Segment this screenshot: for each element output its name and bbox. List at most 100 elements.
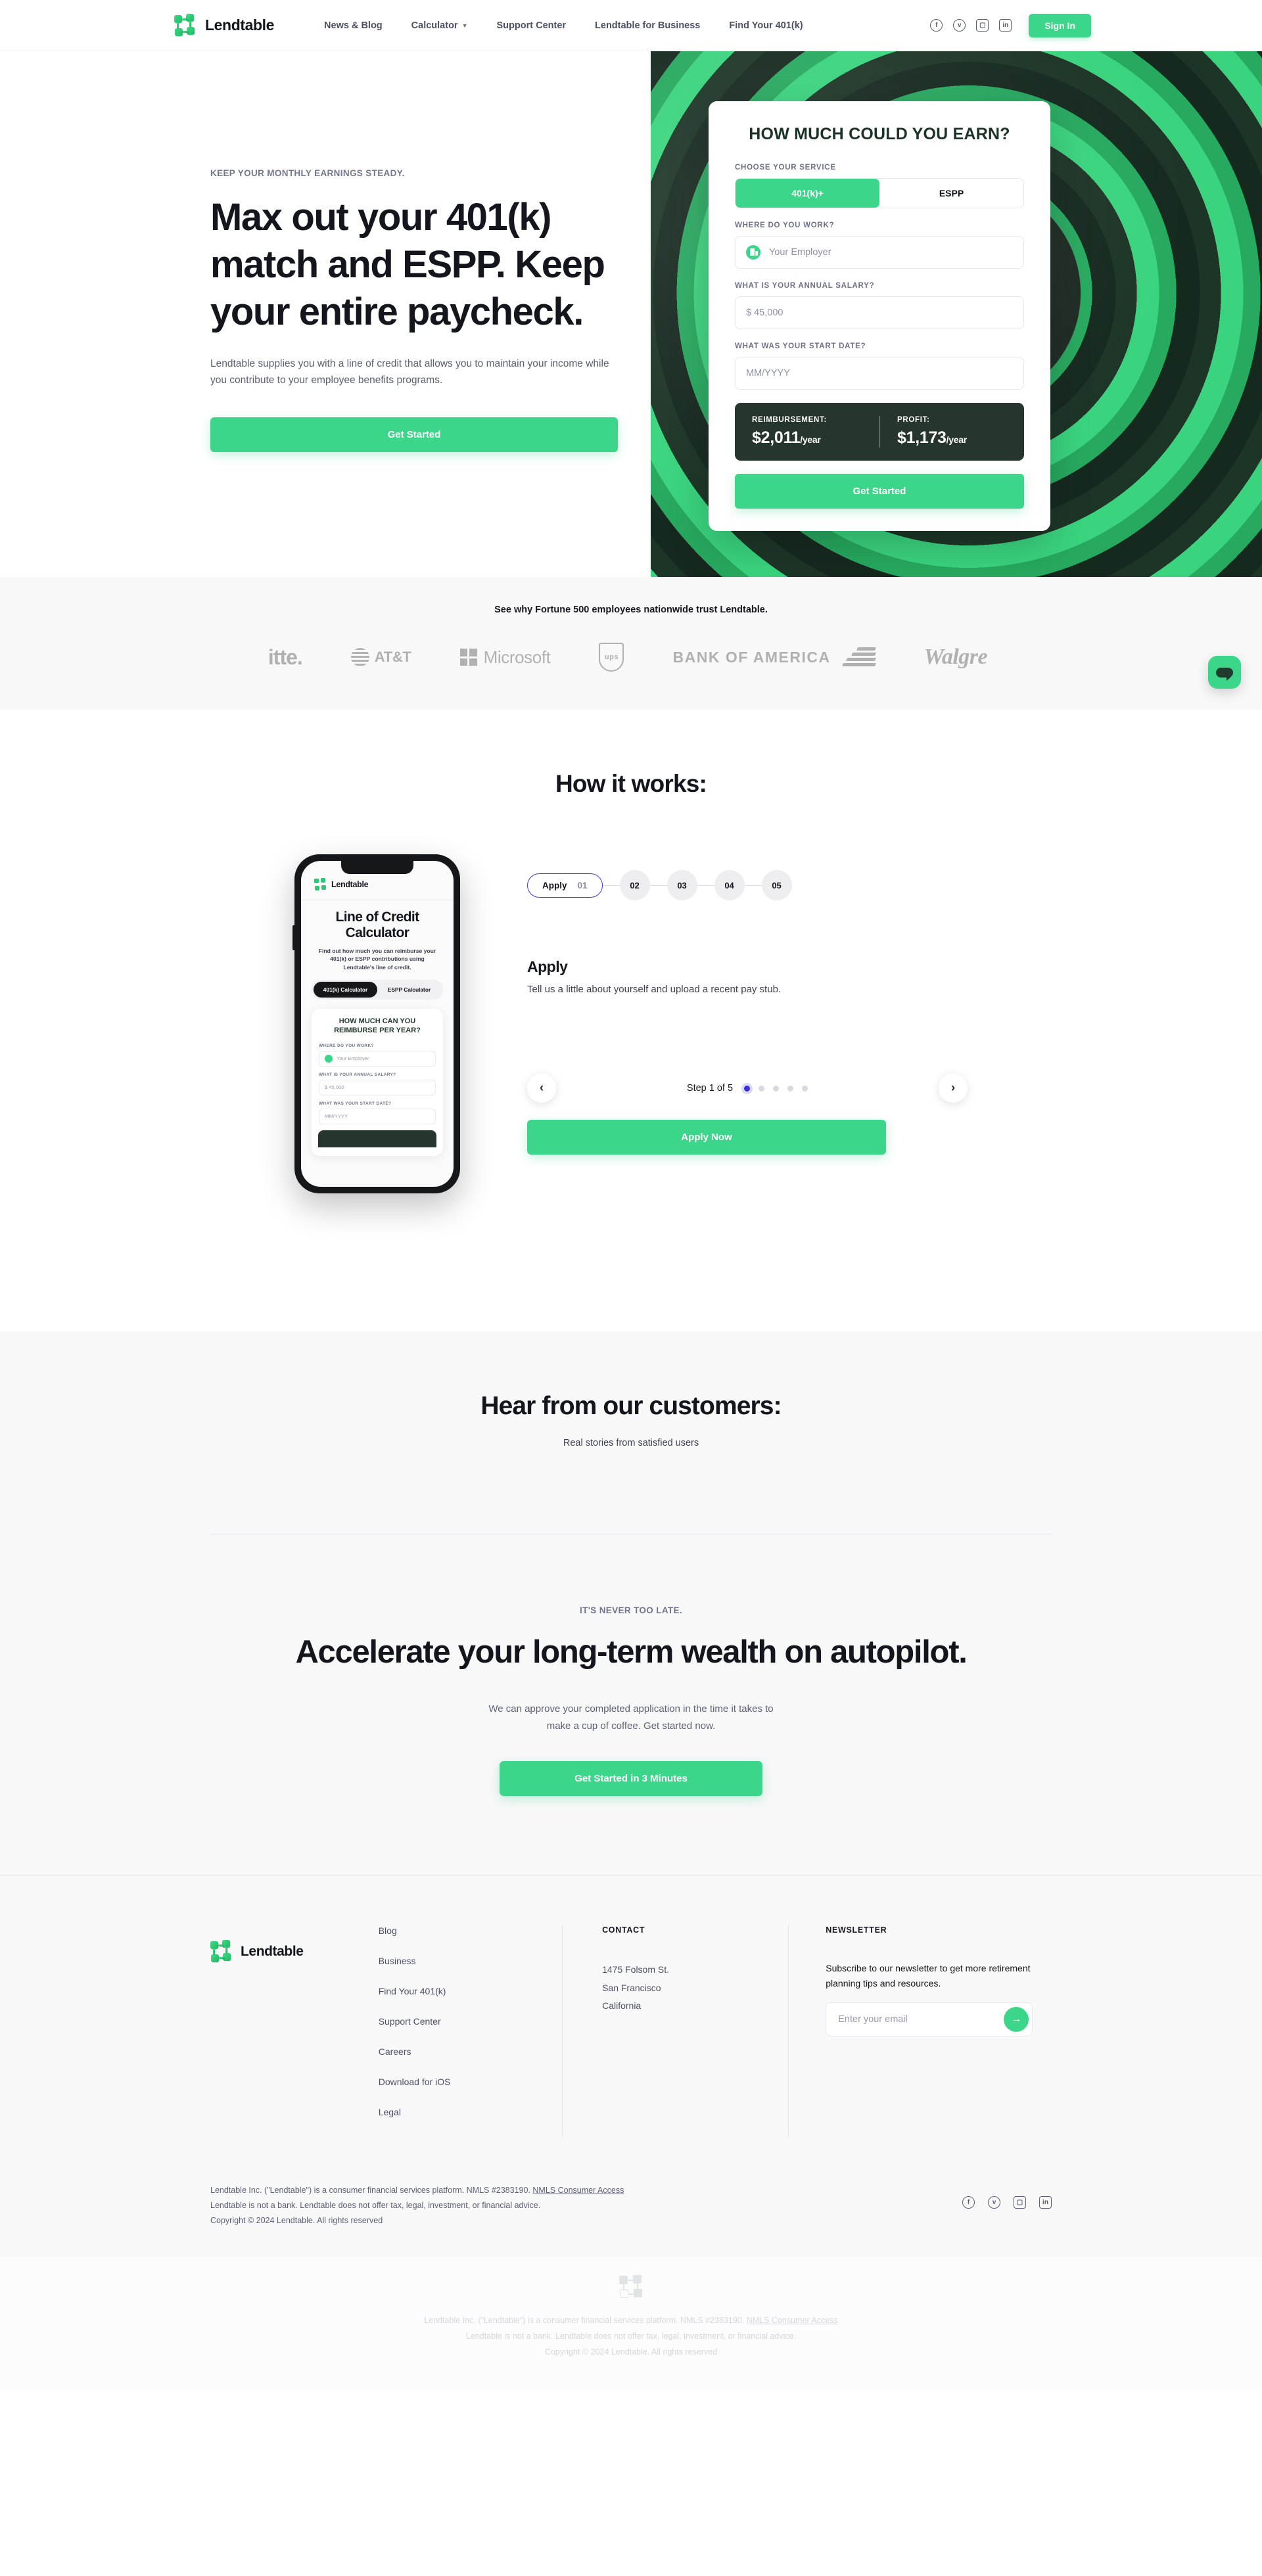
footer-link-download-for-ios[interactable]: Download for iOS	[379, 2077, 562, 2087]
ghost-legal-line-3: Copyright © 2024 Lendtable. All rights r…	[544, 2347, 718, 2357]
nav-item-support-center[interactable]: Support Center	[497, 20, 567, 31]
profit-value: $1,173	[897, 428, 947, 447]
brand-logo[interactable]: Lendtable	[174, 13, 275, 37]
chat-widget-button[interactable]	[1208, 656, 1241, 689]
twitter-icon[interactable]: ᴠ	[953, 19, 966, 32]
get-started-3-minutes-button[interactable]: Get Started in 3 Minutes	[500, 1761, 762, 1797]
phone-employer-label: WHERE DO YOU WORK?	[319, 1043, 374, 1048]
newsletter-email-field[interactable]: Enter your email →	[826, 2002, 1033, 2037]
carousel-indicator: Step 1 of 5	[687, 1083, 808, 1093]
footer-newsletter-heading: NEWSLETTER	[826, 1925, 887, 1935]
phone-salary-input[interactable]: $ 45,000	[319, 1079, 436, 1095]
phone-tab-401k[interactable]: 401(k) Calculator	[314, 982, 377, 998]
hero-get-started-button[interactable]: Get Started	[210, 417, 618, 452]
footer-link-find-your-401k[interactable]: Find Your 401(k)	[379, 1986, 562, 1996]
service-option-401k[interactable]: 401(k)+	[736, 178, 879, 208]
service-toggle: 401(k)+ ESPP	[735, 177, 1024, 208]
phone-calculator-tabs: 401(k) Calculator ESPP Calculator	[312, 980, 443, 1000]
step-chip-04[interactable]: 04	[714, 870, 745, 900]
nav-item-find-your-401k[interactable]: Find Your 401(k)	[729, 20, 803, 31]
phone-start-date-input[interactable]: MM/YYYY	[319, 1108, 436, 1124]
carousel-next-button[interactable]: ›	[938, 1074, 968, 1103]
carousel-dot-4[interactable]	[787, 1085, 794, 1092]
legal-line-1: Lendtable Inc. ("Lendtable") is a consum…	[210, 2186, 533, 2196]
phone-notch	[341, 861, 413, 874]
service-label: CHOOSE YOUR SERVICE	[735, 163, 836, 172]
reimbursement-result: REIMBURSEMENT: $2,011/year	[735, 416, 879, 448]
nav-item-calculator[interactable]: Calculator ▼	[411, 20, 468, 31]
employer-input[interactable]: Your Employer	[735, 235, 1024, 269]
instagram-icon[interactable]: ▢	[976, 19, 989, 32]
linkedin-icon[interactable]: in	[1039, 2196, 1052, 2209]
address-line-2: San Francisco	[602, 1982, 661, 1993]
footer-newsletter-column: NEWSLETTER Subscribe to our newsletter t…	[788, 1925, 1052, 2138]
carousel-dot-3[interactable]	[773, 1085, 780, 1092]
deloitte-logo: itte.	[268, 645, 303, 669]
phone-title: Line of Credit Calculator	[335, 909, 420, 940]
step-chip-label: Apply	[542, 880, 567, 890]
carousel-dot-2[interactable]	[759, 1085, 765, 1092]
salary-label: WHAT IS YOUR ANNUAL SALARY?	[735, 281, 875, 290]
nav-social-icons: f ᴠ ▢ in	[930, 19, 1012, 32]
carousel-dot-5[interactable]	[802, 1085, 808, 1092]
ghost-legal-line-2: Lendtable is not a bank. Lendtable does …	[465, 2332, 797, 2341]
step-chip-03[interactable]: 03	[666, 870, 697, 900]
address-line-3: California	[602, 2000, 642, 2011]
chevron-down-icon: ▼	[461, 22, 468, 29]
carousel-dot-1[interactable]	[744, 1085, 751, 1092]
step-chip-01[interactable]: Apply 01	[527, 873, 603, 898]
ghost-footer: Lendtable Inc. ("Lendtable") is a consum…	[0, 2257, 1262, 2389]
facebook-icon[interactable]: f	[962, 2196, 975, 2209]
bank-of-america-logo: BANK OF AMERICA	[672, 646, 876, 668]
calculator-results: REIMBURSEMENT: $2,011/year PROFIT: $1,17…	[735, 402, 1024, 461]
apply-now-button[interactable]: Apply Now	[527, 1120, 886, 1155]
phone-brand: Lendtable	[312, 878, 443, 891]
step-chip-05[interactable]: 05	[761, 870, 792, 900]
salary-input[interactable]: $ 45,000	[735, 296, 1024, 329]
phone-employer-placeholder: Your Employer	[337, 1055, 369, 1062]
trust-band-title: See why Fortune 500 employees nationwide…	[494, 605, 768, 615]
cta-eyebrow: IT'S NEVER TOO LATE.	[580, 1605, 682, 1615]
footer-address: 1475 Folsom St. San Francisco California	[602, 1961, 788, 2015]
footer-brand[interactable]: Lendtable	[210, 1940, 379, 1964]
reimbursement-value-wrap: $2,011/year	[752, 428, 879, 448]
facebook-icon[interactable]: f	[930, 19, 943, 32]
profit-value-wrap: $1,173/year	[897, 428, 1024, 448]
service-option-espp[interactable]: ESPP	[879, 179, 1023, 208]
twitter-icon[interactable]: ᴠ	[988, 2196, 1000, 2209]
footer-link-legal[interactable]: Legal	[379, 2107, 562, 2117]
carousel-prev-button[interactable]: ‹	[527, 1074, 556, 1103]
footer-link-blog[interactable]: Blog	[379, 1925, 562, 1936]
legal-line-2: Lendtable is not a bank. Lendtable does …	[210, 2200, 541, 2210]
boa-logo-label: BANK OF AMERICA	[672, 648, 831, 666]
phone-subtitle: Find out how much you can reimburse your…	[318, 947, 436, 971]
footer-link-business[interactable]: Business	[379, 1956, 562, 1966]
sign-in-button[interactable]: Sign In	[1029, 13, 1091, 37]
top-navigation: Lendtable News & Blog Calculator ▼ Suppo…	[0, 0, 1262, 51]
testimonials-section: Hear from our customers: Real stories fr…	[0, 1331, 1262, 1534]
step-chip-02[interactable]: 02	[619, 870, 650, 900]
nmls-consumer-access-link[interactable]: NMLS Consumer Access	[532, 2186, 624, 2195]
nav-item-label: Find Your 401(k)	[729, 20, 803, 31]
start-date-input[interactable]: MM/YYYY	[735, 356, 1024, 390]
microsoft-logo-label: Microsoft	[483, 647, 551, 667]
legal-line-3: Copyright © 2024 Lendtable. All rights r…	[210, 2215, 383, 2225]
footer-link-support-center[interactable]: Support Center	[379, 2016, 562, 2027]
ghost-nmls-consumer-access-link[interactable]: NMLS Consumer Access	[747, 2316, 838, 2325]
instagram-icon[interactable]: ▢	[1014, 2196, 1026, 2209]
footer-link-careers[interactable]: Careers	[379, 2046, 562, 2057]
employer-label: WHERE DO YOU WORK?	[735, 221, 835, 229]
employer-placeholder: Your Employer	[769, 246, 831, 258]
phone-salary-label: WHAT IS YOUR ANNUAL SALARY?	[319, 1072, 396, 1077]
footer-legal: Lendtable Inc. ("Lendtable") is a consum…	[0, 2137, 1262, 2257]
arrow-right-icon[interactable]: →	[1004, 2007, 1029, 2033]
linkedin-icon[interactable]: in	[999, 19, 1012, 32]
nav-item-news-blog[interactable]: News & Blog	[324, 20, 383, 31]
calculator-get-started-button[interactable]: Get Started	[735, 473, 1024, 509]
phone-employer-input[interactable]: Your Employer	[319, 1050, 436, 1067]
brand-name: Lendtable	[205, 16, 275, 34]
phone-tab-espp[interactable]: ESPP Calculator	[377, 982, 441, 998]
att-logo: AT&T	[350, 648, 411, 666]
nav-item-lendtable-for-business[interactable]: Lendtable for Business	[595, 20, 700, 31]
start-date-placeholder: MM/YYYY	[746, 367, 790, 379]
